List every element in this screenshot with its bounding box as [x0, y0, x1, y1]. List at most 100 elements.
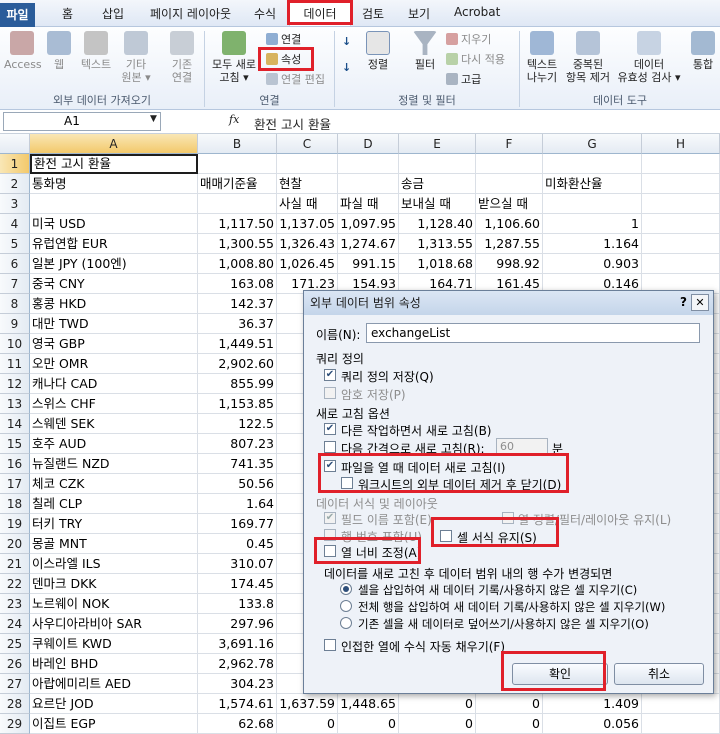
cell[interactable]: 304.23 — [198, 674, 277, 694]
cell[interactable]: 1 — [543, 214, 642, 234]
cell[interactable]: 0 — [338, 714, 399, 734]
cell[interactable]: 163.08 — [198, 274, 277, 294]
row-header[interactable]: 6 — [0, 254, 30, 274]
web-button[interactable]: 웹 — [44, 31, 74, 71]
cell[interactable]: 이집트 EGP — [30, 714, 198, 734]
advanced-button[interactable]: 고급 — [446, 71, 481, 87]
cell[interactable]: 36.37 — [198, 314, 277, 334]
cell[interactable]: 998.92 — [476, 254, 543, 274]
column-header[interactable]: F — [476, 134, 543, 154]
cell[interactable]: 1.164 — [543, 234, 642, 254]
row-header[interactable]: 15 — [0, 434, 30, 454]
cell[interactable] — [30, 194, 198, 214]
cell[interactable]: 보내실 때 — [399, 194, 476, 214]
connections-button[interactable]: 연결 — [266, 31, 301, 47]
cell[interactable]: 297.96 — [198, 614, 277, 634]
formula-input[interactable]: 환전 고시 환율 — [254, 114, 331, 133]
row-header[interactable]: 16 — [0, 454, 30, 474]
cell[interactable]: 133.8 — [198, 594, 277, 614]
cell[interactable]: 환전 고시 환율 — [30, 154, 198, 174]
cell[interactable] — [642, 694, 720, 714]
cell[interactable]: 현찰 — [277, 174, 338, 194]
row-header[interactable]: 4 — [0, 214, 30, 234]
cell[interactable]: 1,274.67 — [338, 234, 399, 254]
data-validation-button[interactable]: 데이터 유효성 검사 ▾ — [614, 31, 684, 84]
cell[interactable] — [338, 154, 399, 174]
row-header[interactable]: 1 — [0, 154, 30, 174]
cell[interactable]: 1,574.61 — [198, 694, 277, 714]
cell[interactable]: 유럽연합 EUR — [30, 234, 198, 254]
column-header[interactable]: C — [277, 134, 338, 154]
cell[interactable] — [642, 214, 720, 234]
cell[interactable] — [642, 234, 720, 254]
cell[interactable]: 이스라엘 ILS — [30, 554, 198, 574]
cell[interactable]: 통화명 — [30, 174, 198, 194]
text-to-columns-button[interactable]: 텍스트 나누기 — [522, 31, 562, 84]
cell[interactable]: 1,449.51 — [198, 334, 277, 354]
cell[interactable]: 0 — [399, 714, 476, 734]
row-header[interactable]: 19 — [0, 514, 30, 534]
fx-icon[interactable]: fx — [229, 113, 239, 126]
cell[interactable]: 1,287.55 — [476, 234, 543, 254]
row-header[interactable]: 14 — [0, 414, 30, 434]
row-header[interactable]: 2 — [0, 174, 30, 194]
tab-view[interactable]: 보기 — [408, 5, 430, 22]
cell[interactable]: 송금 — [399, 174, 476, 194]
cell[interactable]: 1,326.43 — [277, 234, 338, 254]
cell[interactable]: 310.07 — [198, 554, 277, 574]
edit-links-button[interactable]: 연결 편집 — [266, 71, 325, 87]
save-query-checkbox[interactable]: ✔ — [324, 369, 336, 381]
cell[interactable]: 1,117.50 — [198, 214, 277, 234]
background-refresh-checkbox[interactable]: ✔ — [324, 423, 336, 435]
cell[interactable]: 1.64 — [198, 494, 277, 514]
cell[interactable]: 1,313.55 — [399, 234, 476, 254]
cell[interactable] — [642, 194, 720, 214]
cell[interactable] — [642, 254, 720, 274]
cell[interactable]: 62.68 — [198, 714, 277, 734]
tab-home[interactable]: 홈 — [62, 5, 73, 22]
row-header[interactable]: 10 — [0, 334, 30, 354]
cell[interactable] — [642, 174, 720, 194]
column-header[interactable]: G — [543, 134, 642, 154]
cell[interactable]: 2,962.78 — [198, 654, 277, 674]
row-header[interactable]: 17 — [0, 474, 30, 494]
sort-desc-icon[interactable]: ↓ — [342, 61, 351, 74]
refresh-all-button[interactable]: 모두 새로 고침 ▾ — [209, 31, 259, 84]
cell[interactable]: 뉴질랜드 NZD — [30, 454, 198, 474]
cell[interactable]: 1,300.55 — [198, 234, 277, 254]
cell[interactable] — [277, 154, 338, 174]
cell[interactable]: 1,106.60 — [476, 214, 543, 234]
cancel-button[interactable]: 취소 — [614, 663, 704, 685]
cell[interactable]: 덴마크 DKK — [30, 574, 198, 594]
cell[interactable]: 대만 TWD — [30, 314, 198, 334]
row-header[interactable]: 22 — [0, 574, 30, 594]
cell[interactable]: 174.45 — [198, 574, 277, 594]
cell[interactable]: 중국 CNY — [30, 274, 198, 294]
cell[interactable]: 1,097.95 — [338, 214, 399, 234]
cell[interactable]: 스위스 CHF — [30, 394, 198, 414]
cell[interactable] — [642, 154, 720, 174]
cell[interactable]: 1,018.68 — [399, 254, 476, 274]
cell[interactable]: 1,448.65 — [338, 694, 399, 714]
cell[interactable]: 1,026.45 — [277, 254, 338, 274]
cell[interactable]: 오만 OMR — [30, 354, 198, 374]
cell[interactable]: 바레인 BHD — [30, 654, 198, 674]
row-header[interactable]: 25 — [0, 634, 30, 654]
row-header[interactable]: 3 — [0, 194, 30, 214]
reapply-button[interactable]: 다시 적용 — [446, 51, 505, 67]
tab-acrobat[interactable]: Acrobat — [454, 5, 500, 19]
cell[interactable]: 0.056 — [543, 714, 642, 734]
tab-file[interactable]: 파일 — [0, 3, 35, 27]
row-header[interactable]: 5 — [0, 234, 30, 254]
cell[interactable] — [543, 194, 642, 214]
cell[interactable]: 매매기준율 — [198, 174, 277, 194]
select-all-corner[interactable] — [0, 134, 30, 154]
cell[interactable]: 1,637.59 — [277, 694, 338, 714]
cell[interactable]: 855.99 — [198, 374, 277, 394]
row-header[interactable]: 28 — [0, 694, 30, 714]
cell[interactable] — [476, 174, 543, 194]
row-header[interactable]: 9 — [0, 314, 30, 334]
cell[interactable]: 1,128.40 — [399, 214, 476, 234]
cell[interactable]: 3,691.16 — [198, 634, 277, 654]
sort-asc-icon[interactable]: ↓ — [342, 35, 351, 48]
